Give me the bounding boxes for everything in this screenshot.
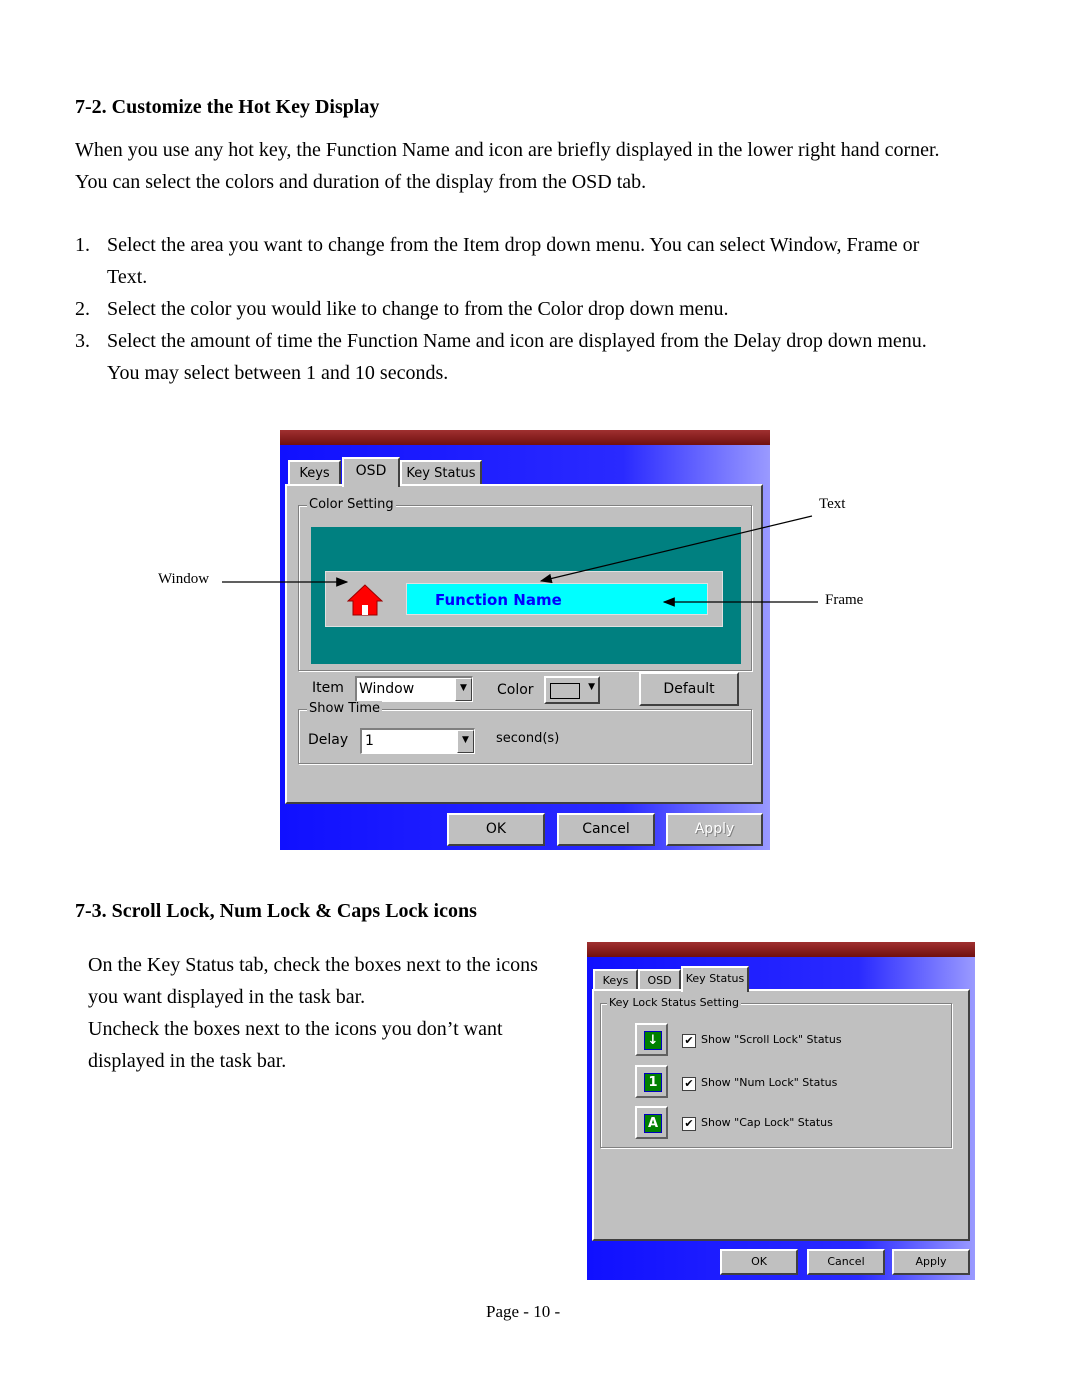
section-heading: 7-3. Scroll Lock, Num Lock & Caps Lock i…: [75, 900, 477, 922]
body-line: you want displayed in the task bar.: [88, 986, 366, 1008]
tab-panel: Key Lock Status Setting ↓ ✔ Show "Scroll…: [592, 989, 970, 1241]
ok-button[interactable]: OK: [447, 813, 545, 846]
body-line: displayed in the task bar.: [88, 1050, 287, 1072]
chevron-down-icon[interactable]: ▼: [457, 730, 474, 753]
body-line: Uncheck the boxes next to the icons you …: [88, 1018, 503, 1040]
text-annotation: Text: [819, 496, 846, 512]
window-annotation: Window: [158, 571, 210, 587]
step-text: You may select between 1 and 10 seconds.: [107, 362, 449, 384]
color-picker[interactable]: ▼: [544, 676, 600, 704]
group-label: Key Lock Status Setting: [607, 996, 741, 1009]
tab-keys[interactable]: Keys: [593, 969, 638, 991]
step-number: 2.: [75, 298, 90, 320]
delay-value: 1: [365, 733, 374, 749]
frame-preview: Function Name: [325, 571, 723, 627]
tab-osd[interactable]: OSD: [638, 969, 681, 991]
chevron-down-icon[interactable]: ▼: [455, 678, 472, 701]
caps-lock-label: Show "Cap Lock" Status: [701, 1116, 833, 1129]
step-text: Select the amount of time the Function N…: [107, 330, 927, 352]
body-line: On the Key Status tab, check the boxes n…: [88, 954, 538, 976]
apply-button[interactable]: Apply: [666, 813, 763, 846]
delay-unit: second(s): [496, 731, 560, 746]
osd-dialog-screenshot: Keys Key Status Color Setting Function N…: [280, 430, 770, 850]
house-icon: [347, 584, 383, 616]
tab-key-status[interactable]: Key Status: [400, 460, 482, 486]
intro-line: You can select the colors and duration o…: [75, 171, 647, 193]
num-lock-label: Show "Num Lock" Status: [701, 1076, 838, 1089]
intro-line: When you use any hot key, the Function N…: [75, 139, 940, 161]
ok-button[interactable]: OK: [720, 1249, 798, 1275]
delay-dropdown[interactable]: 1 ▼: [360, 728, 475, 754]
tab-keys[interactable]: Keys: [288, 460, 341, 486]
document-page: 7-2. Customize the Hot Key Display When …: [0, 0, 1080, 1397]
step-text: Text.: [107, 266, 148, 288]
tab-osd[interactable]: OSD: [342, 457, 400, 487]
section-heading: 7-2. Customize the Hot Key Display: [75, 96, 380, 118]
color-setting-group: Color Setting Function Name Item Window …: [298, 497, 752, 706]
color-label: Color: [497, 682, 534, 698]
step-number: 1.: [75, 234, 90, 256]
cancel-button[interactable]: Cancel: [557, 813, 655, 846]
step-text: Select the color you would like to chang…: [107, 298, 729, 320]
step-text: Select the area you want to change from …: [107, 234, 920, 256]
scroll-lock-checkbox[interactable]: ✔: [682, 1034, 696, 1048]
scroll-lock-label: Show "Scroll Lock" Status: [701, 1033, 842, 1046]
cancel-button[interactable]: Cancel: [807, 1249, 885, 1275]
num-lock-checkbox[interactable]: ✔: [682, 1077, 696, 1091]
caps-lock-icon: A: [635, 1106, 668, 1139]
page-number: Page - 10 -: [486, 1302, 561, 1321]
delay-label: Delay: [308, 732, 349, 748]
num-lock-icon: 1: [635, 1065, 668, 1098]
key-status-dialog-screenshot: Keys OSD Key Lock Status Setting ↓ ✔ Sho…: [587, 942, 975, 1280]
key-lock-status-group: Key Lock Status Setting ↓ ✔ Show "Scroll…: [600, 996, 952, 1148]
frame-annotation: Frame: [825, 592, 864, 608]
show-time-group: Show Time Delay 1 ▼ second(s): [298, 701, 752, 764]
group-label: Color Setting: [307, 497, 396, 512]
title-bar: [280, 430, 770, 445]
item-label: Item: [312, 680, 344, 696]
window-preview: Function Name: [311, 527, 741, 664]
scroll-lock-icon: ↓: [635, 1023, 668, 1056]
text-preview: Function Name: [406, 583, 708, 615]
item-value: Window: [359, 681, 415, 697]
group-label: Show Time: [307, 701, 383, 716]
step-number: 3.: [75, 330, 90, 352]
default-button[interactable]: Default: [639, 672, 739, 706]
caps-lock-checkbox[interactable]: ✔: [682, 1117, 696, 1131]
item-dropdown[interactable]: Window ▼: [355, 676, 473, 702]
chevron-down-icon: ▼: [588, 682, 595, 692]
tab-panel: Color Setting Function Name Item Window …: [285, 484, 763, 804]
tab-key-status[interactable]: Key Status: [681, 966, 749, 992]
apply-button[interactable]: Apply: [892, 1249, 970, 1275]
title-bar: [587, 942, 975, 957]
